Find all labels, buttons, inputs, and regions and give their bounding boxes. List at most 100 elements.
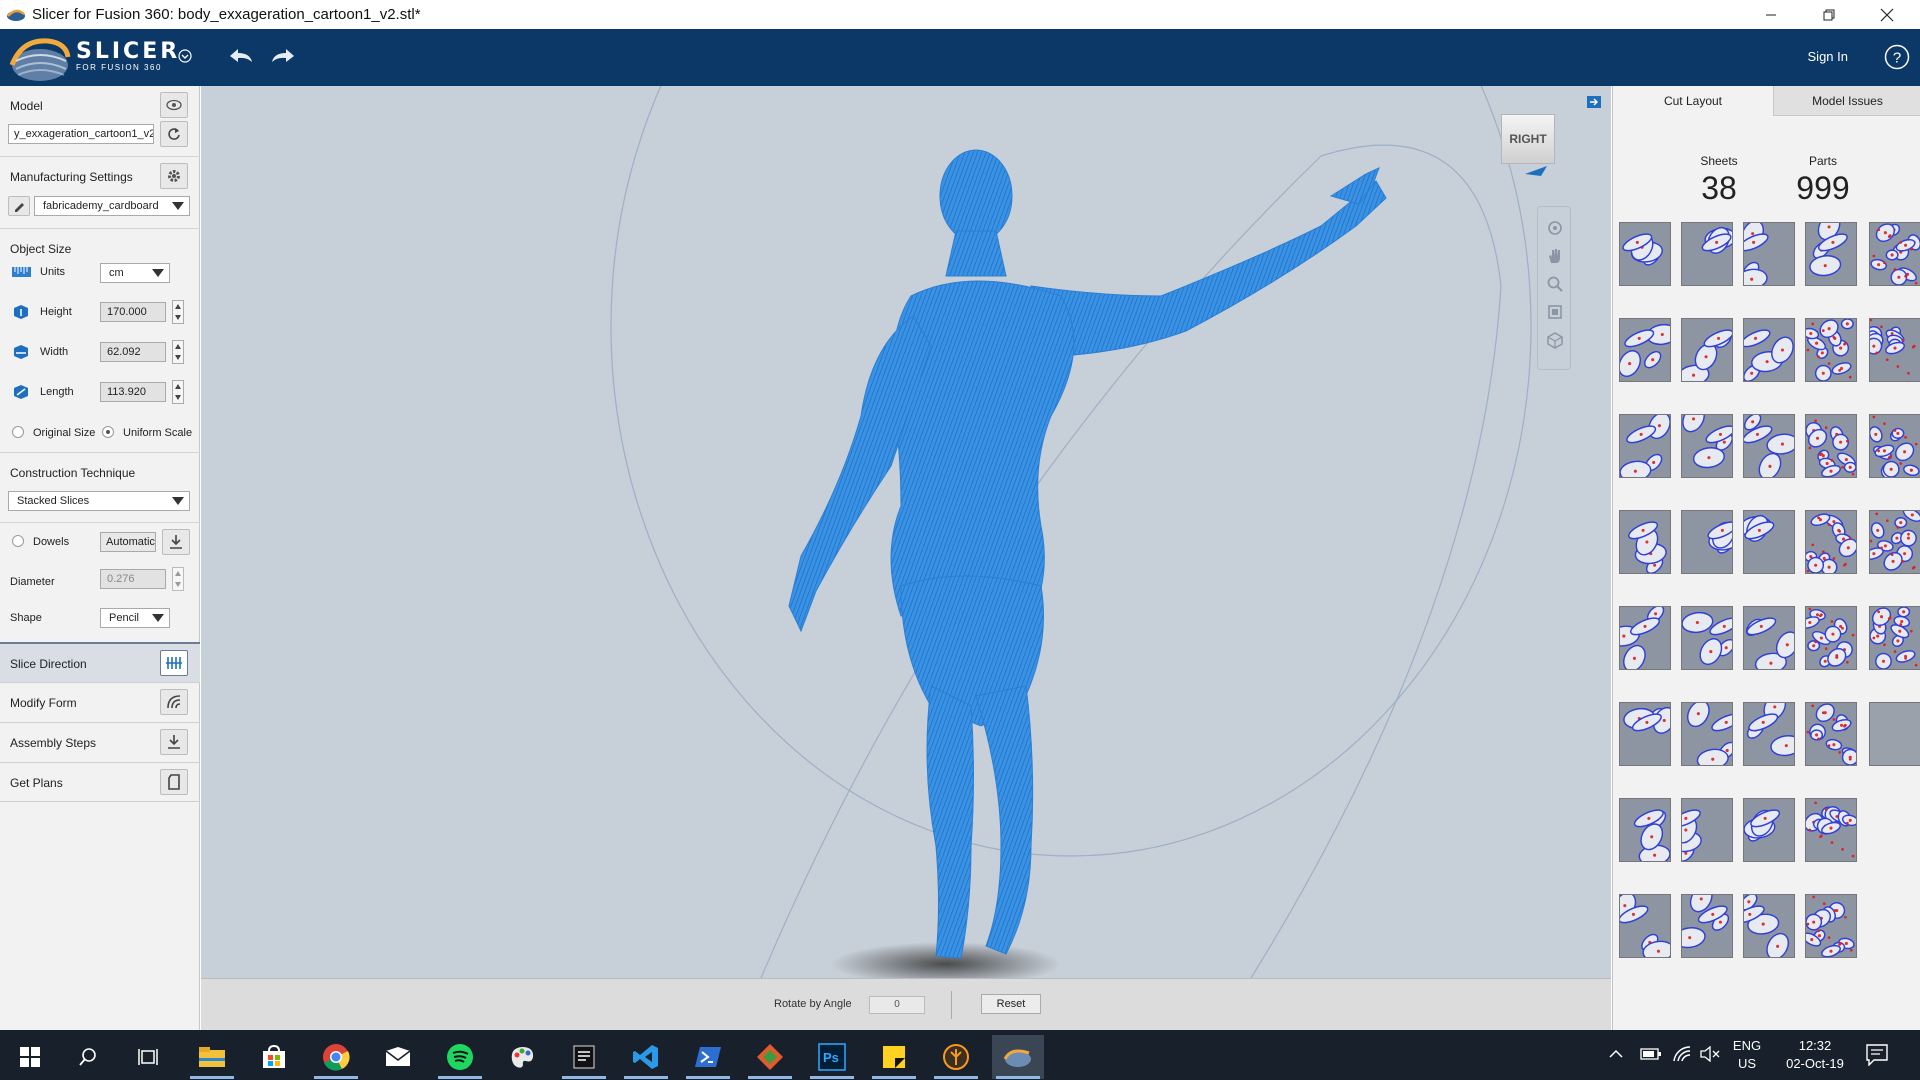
sheet-thumbnail[interactable]: [1743, 702, 1795, 766]
height-stepper[interactable]: [172, 300, 184, 324]
input-language[interactable]: ENG US: [1732, 1037, 1762, 1080]
start-icon[interactable]: [4, 1035, 56, 1079]
tab-cut-layout[interactable]: Cut Layout: [1613, 86, 1773, 116]
redo-icon[interactable]: [268, 44, 298, 68]
material-select[interactable]: fabricademy_cardboard: [34, 196, 190, 216]
panel-toggle-icon[interactable]: [1587, 96, 1601, 108]
sheet-thumbnail[interactable]: [1743, 606, 1795, 670]
shape-select[interactable]: Pencil: [100, 608, 170, 628]
height-field[interactable]: 170.000: [100, 302, 166, 322]
chrome-icon[interactable]: [310, 1035, 362, 1079]
sheet-thumbnail[interactable]: [1619, 414, 1671, 478]
sheet-thumbnail[interactable]: [1681, 702, 1733, 766]
slicer-icon[interactable]: [992, 1035, 1044, 1079]
sheet-thumbnail[interactable]: [1619, 510, 1671, 574]
mail-icon[interactable]: [372, 1035, 424, 1079]
close-button[interactable]: [1858, 0, 1916, 29]
minimize-button[interactable]: [1742, 0, 1800, 29]
dowels-radio[interactable]: [12, 535, 24, 547]
notifications-icon[interactable]: [1866, 1044, 1888, 1066]
sheet-thumbnail[interactable]: [1869, 222, 1920, 286]
sheet-thumbnail[interactable]: [1681, 414, 1733, 478]
task-view-icon[interactable]: [122, 1035, 174, 1079]
sheet-thumbnail[interactable]: [1805, 222, 1857, 286]
original-size-radio[interactable]: [12, 426, 24, 438]
sheet-thumbnail[interactable]: [1681, 318, 1733, 382]
sheet-thumbnail[interactable]: [1743, 414, 1795, 478]
sheet-thumbnail[interactable]: [1805, 702, 1857, 766]
diameter-field[interactable]: 0.276: [100, 569, 166, 589]
sheet-thumbnail[interactable]: [1743, 894, 1795, 958]
tab-model-issues[interactable]: Model Issues: [1773, 86, 1920, 116]
store-icon[interactable]: [248, 1035, 300, 1079]
construction-technique-select[interactable]: Stacked Slices: [8, 491, 190, 511]
restore-button[interactable]: [1800, 0, 1858, 29]
sheet-thumbnail[interactable]: [1743, 798, 1795, 862]
model-file-field[interactable]: y_exxageration_cartoon1_v2: [8, 124, 154, 144]
units-select[interactable]: cm: [100, 263, 170, 283]
step-modify-form[interactable]: Modify Form: [0, 682, 200, 722]
sheet-thumbnail[interactable]: [1619, 222, 1671, 286]
diameter-stepper[interactable]: [172, 567, 184, 591]
width-stepper[interactable]: [172, 340, 184, 364]
3d-viewport[interactable]: RIGHT Rotate by Angle 0 Reset: [201, 86, 1611, 1030]
sheet-thumbnail[interactable]: [1869, 510, 1920, 574]
sheet-thumbnail[interactable]: [1805, 318, 1857, 382]
step-assembly-steps[interactable]: Assembly Steps: [0, 722, 200, 762]
sheet-thumbnail[interactable]: [1805, 414, 1857, 478]
reset-button[interactable]: Reset: [981, 994, 1041, 1014]
pan-icon[interactable]: [1546, 247, 1564, 265]
sheet-thumbnail[interactable]: [1681, 606, 1733, 670]
assembly-steps-button[interactable]: [160, 729, 188, 755]
blender-icon[interactable]: [930, 1035, 982, 1079]
battery-icon[interactable]: [1640, 1047, 1662, 1061]
reload-button[interactable]: [160, 121, 188, 147]
sheet-thumbnail[interactable]: [1619, 606, 1671, 670]
length-stepper[interactable]: [172, 380, 184, 404]
sheet-thumbnail[interactable]: [1681, 222, 1733, 286]
sheet-thumbnail[interactable]: [1681, 894, 1733, 958]
get-plans-button[interactable]: [160, 769, 188, 795]
sheet-thumbnail[interactable]: [1805, 606, 1857, 670]
spotify-icon[interactable]: [434, 1035, 486, 1079]
chevron-down-icon[interactable]: [178, 49, 192, 63]
sheet-thumbnail[interactable]: [1743, 222, 1795, 286]
sheet-thumbnail[interactable]: [1619, 702, 1671, 766]
undo-icon[interactable]: [226, 44, 256, 68]
manufacturing-settings-button[interactable]: [160, 163, 188, 189]
home-view-icon[interactable]: [1546, 331, 1564, 349]
length-field[interactable]: 113.920: [100, 382, 166, 402]
paint-icon[interactable]: [496, 1035, 548, 1079]
dowel-settings-button[interactable]: [162, 529, 190, 555]
modify-form-button[interactable]: [160, 689, 188, 715]
sheet-thumbnail[interactable]: [1805, 510, 1857, 574]
sheet-thumbnail[interactable]: [1869, 702, 1920, 766]
fit-view-icon[interactable]: [1546, 303, 1564, 321]
search-icon[interactable]: [62, 1035, 114, 1079]
step-get-plans[interactable]: Get Plans: [0, 762, 200, 802]
vscode-icon[interactable]: [620, 1035, 672, 1079]
sheet-thumbnail[interactable]: [1805, 894, 1857, 958]
sheet-thumbnail[interactable]: [1681, 798, 1733, 862]
sign-in-link[interactable]: Sign In: [1808, 49, 1848, 64]
sheet-thumbnail[interactable]: [1619, 318, 1671, 382]
dowels-mode-button[interactable]: Automatic: [100, 532, 156, 552]
photoshop-icon[interactable]: Ps: [806, 1035, 858, 1079]
angle-input[interactable]: 0: [869, 996, 925, 1014]
sheet-thumbnail[interactable]: [1869, 318, 1920, 382]
sheet-thumbnail[interactable]: [1619, 798, 1671, 862]
sheet-thumbnail[interactable]: [1619, 894, 1671, 958]
uniform-scale-radio[interactable]: [102, 426, 114, 438]
chevron-up-icon[interactable]: [1608, 1048, 1624, 1060]
sheet-thumbnail[interactable]: [1869, 606, 1920, 670]
file-explorer-icon[interactable]: [186, 1035, 238, 1079]
sticky-notes-icon[interactable]: [868, 1035, 920, 1079]
sheet-thumbnail[interactable]: [1805, 798, 1857, 862]
git-icon[interactable]: [744, 1035, 796, 1079]
sheet-thumbnail[interactable]: [1743, 318, 1795, 382]
sheet-thumbnail[interactable]: [1743, 510, 1795, 574]
wifi-icon[interactable]: [1672, 1045, 1692, 1063]
view-cube[interactable]: RIGHT: [1501, 114, 1555, 164]
help-icon[interactable]: ?: [1884, 44, 1910, 70]
slice-direction-button[interactable]: [160, 650, 188, 676]
